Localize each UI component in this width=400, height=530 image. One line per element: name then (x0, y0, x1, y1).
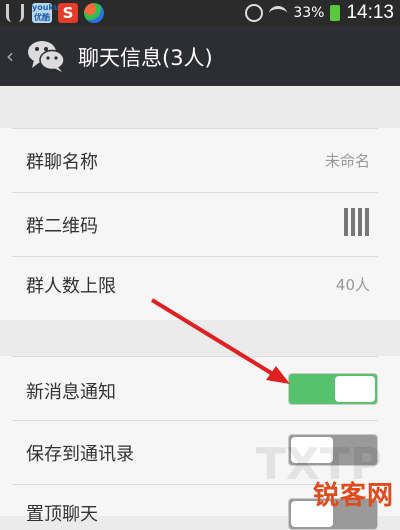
group-qrcode-row[interactable]: 群二维码 (0, 192, 400, 256)
youku-icon: youku 优酷 (32, 3, 60, 23)
status-bar: youku 优酷 S 33% 14:13 (0, 0, 400, 26)
wifi-icon (269, 5, 288, 21)
row-label: 保存到通讯录 (26, 444, 134, 465)
back-button[interactable]: ‹ (6, 44, 14, 68)
alarm-icon (245, 4, 264, 22)
title-bar: ‹ 聊天信息(3人) (0, 26, 400, 86)
row-value: 40人 (335, 276, 370, 294)
row-label: 群二维码 (26, 216, 98, 237)
qr-code-icon (344, 208, 370, 236)
row-label: 置顶聊天 (26, 504, 98, 525)
new-message-notify-toggle[interactable] (288, 373, 378, 405)
row-label: 群人数上限 (26, 276, 116, 297)
group-member-limit-row[interactable]: 群人数上限 40人 (0, 256, 400, 320)
battery-icon (330, 5, 341, 21)
row-label: 群聊名称 (26, 152, 98, 173)
row-label: 新消息通知 (26, 382, 116, 403)
wechat-logo-icon (28, 41, 65, 72)
row-value: 未命名 (324, 152, 370, 170)
usb-icon (6, 4, 24, 22)
clock-time: 14:13 (346, 2, 394, 23)
ball-app-icon (84, 3, 104, 23)
group-name-row[interactable]: 群聊名称 未命名 (0, 128, 400, 192)
group-info-section: 群聊名称 未命名 群二维码 群人数上限 40人 (0, 128, 400, 320)
battery-percent: 33% (293, 5, 325, 21)
watermark-text: 锐客网 (312, 481, 394, 511)
new-message-notify-row: 新消息通知 (0, 356, 400, 420)
sina-icon: S (58, 3, 78, 23)
page-title: 聊天信息(3人) (78, 46, 213, 70)
